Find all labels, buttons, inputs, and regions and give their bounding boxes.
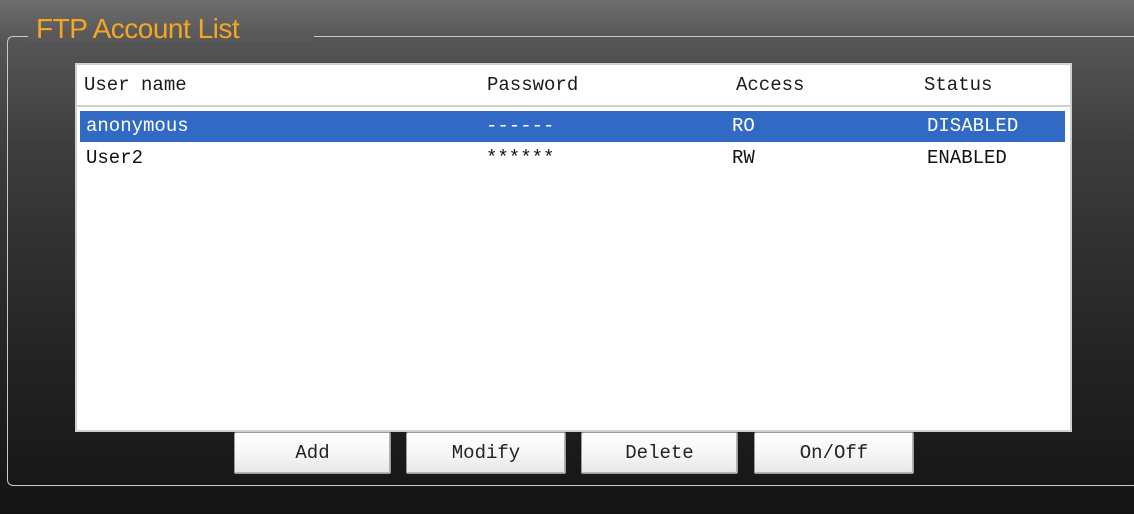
cell-access: RO [732, 115, 755, 137]
cell-access: RW [732, 147, 755, 169]
column-header-status[interactable]: Status [924, 74, 992, 96]
add-button[interactable]: Add [234, 432, 391, 474]
cell-password: ------ [486, 115, 555, 137]
table-row[interactable]: anonymous ------ RO DISABLED [80, 111, 1065, 142]
list-header: User name Password Access Status [77, 65, 1070, 107]
cell-user-name: anonymous [86, 115, 189, 137]
column-header-access[interactable]: Access [736, 74, 804, 96]
delete-button[interactable]: Delete [581, 432, 738, 474]
cell-user-name: User2 [86, 147, 144, 169]
account-list[interactable]: User name Password Access Status anonymo… [75, 63, 1072, 432]
cell-status: DISABLED [927, 115, 1019, 137]
column-header-password[interactable]: Password [487, 74, 578, 96]
cell-password: ****** [486, 147, 555, 169]
cell-status: ENABLED [927, 147, 1007, 169]
modify-button[interactable]: Modify [406, 432, 566, 474]
on-off-button[interactable]: On/Off [754, 432, 914, 474]
table-row[interactable]: User2 ****** RW ENABLED [80, 143, 1065, 174]
panel-title: FTP Account List [36, 13, 240, 44]
column-header-user-name[interactable]: User name [84, 74, 187, 96]
